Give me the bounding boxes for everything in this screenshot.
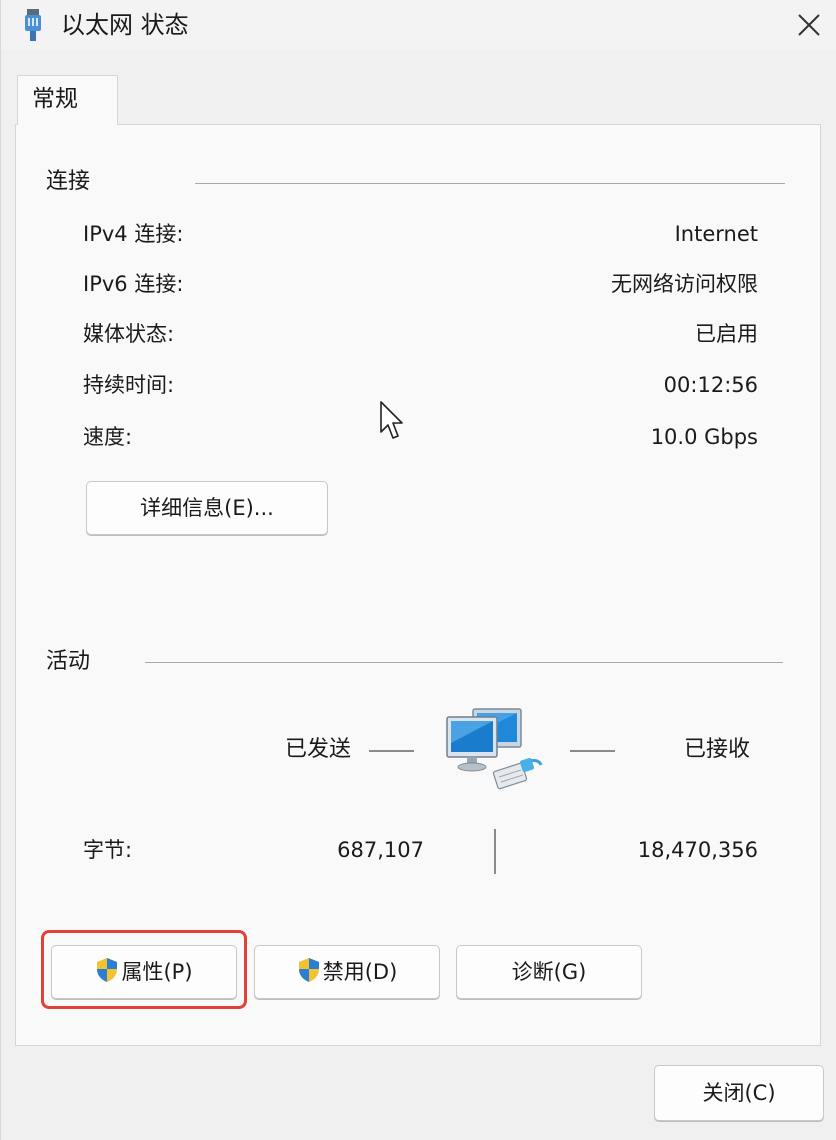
activity-heading: 活动 xyxy=(46,649,91,674)
properties-button-label: 属性(P) xyxy=(121,960,193,984)
bytes-separator xyxy=(494,829,496,874)
sent-dash xyxy=(369,750,414,752)
speed-label: 速度: xyxy=(83,425,133,449)
disable-button[interactable]: 禁用(D) xyxy=(254,945,440,999)
tab-general[interactable]: 常规 xyxy=(17,75,118,125)
bytes-sent-value: 687,107 xyxy=(337,838,424,862)
close-window-button[interactable] xyxy=(781,0,836,50)
received-dash xyxy=(570,750,615,752)
ethernet-plug-icon xyxy=(21,8,45,42)
tab-general-label: 常规 xyxy=(32,86,78,112)
ethernet-status-dialog: 以太网 状态 常规 连接 IPv4 连接: Internet IPv6 连接: … xyxy=(0,0,836,1140)
duration-value: 00:12:56 xyxy=(663,373,758,397)
mouse-pointer-icon xyxy=(380,401,403,439)
close-button[interactable]: 关闭(C) xyxy=(654,1065,824,1121)
general-tab-panel xyxy=(15,124,821,1046)
window-title: 以太网 状态 xyxy=(61,11,189,39)
media-state-label: 媒体状态: xyxy=(83,322,175,346)
disable-button-label: 禁用(D) xyxy=(322,960,398,984)
duration-label: 持续时间: xyxy=(83,373,175,397)
bytes-received-value: 18,470,356 xyxy=(637,838,758,862)
details-button[interactable]: 详细信息(E)... xyxy=(86,481,328,535)
speed-value: 10.0 Gbps xyxy=(650,425,758,449)
ipv4-label: IPv4 连接: xyxy=(83,222,184,246)
media-state-value: 已启用 xyxy=(695,322,758,346)
received-label: 已接收 xyxy=(684,737,751,762)
network-computers-icon xyxy=(446,708,543,790)
connection-heading: 连接 xyxy=(46,169,91,194)
activity-divider xyxy=(145,662,783,663)
ipv4-value: Internet xyxy=(674,222,758,246)
uac-shield-icon xyxy=(97,958,118,982)
uac-shield-icon xyxy=(298,958,319,982)
close-icon xyxy=(798,14,820,36)
diagnose-button[interactable]: 诊断(G) xyxy=(456,945,642,999)
properties-button[interactable]: 属性(P) xyxy=(51,945,237,999)
ipv6-label: IPv6 连接: xyxy=(83,272,184,296)
ipv6-value: 无网络访问权限 xyxy=(611,272,758,296)
sent-label: 已发送 xyxy=(285,737,352,762)
title-bar: 以太网 状态 xyxy=(1,0,836,50)
connection-divider xyxy=(195,183,785,184)
bytes-label: 字节: xyxy=(83,838,133,862)
